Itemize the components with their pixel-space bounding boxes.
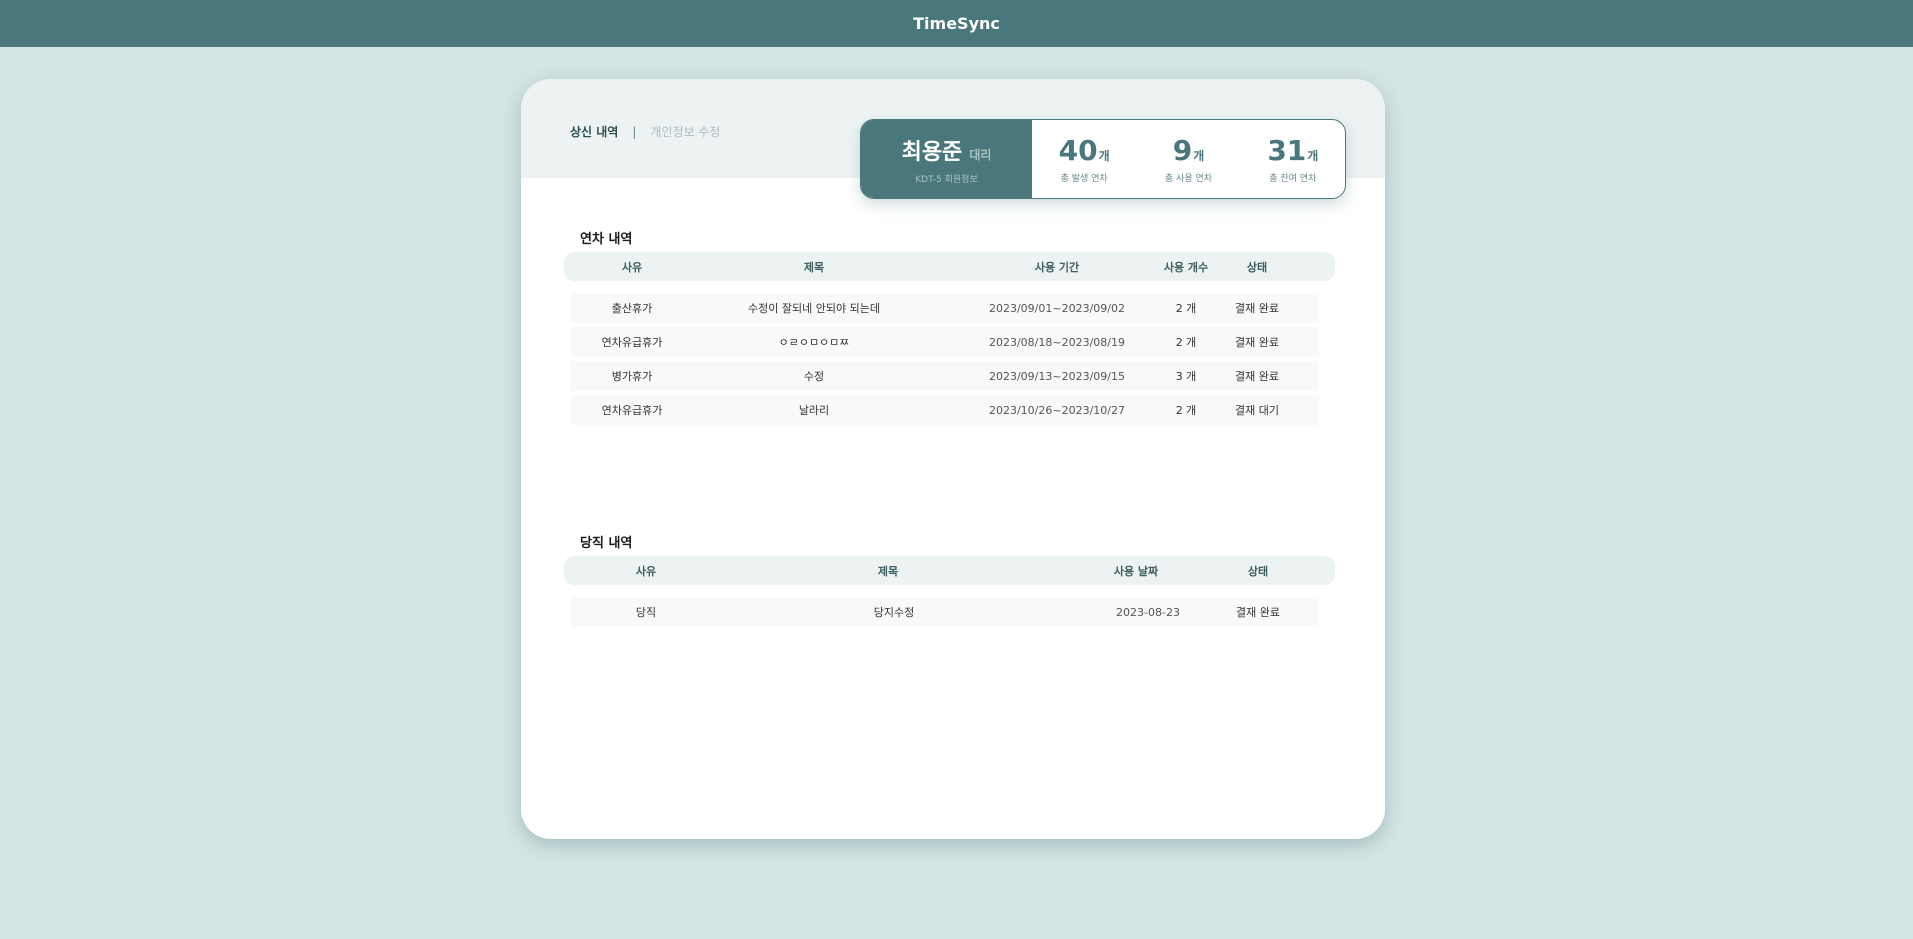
tab-submission-history[interactable]: 상신 내역: [570, 123, 618, 140]
cell-count: 2 개: [1175, 302, 1197, 315]
cell-period: 2023/08/18~2023/08/19: [988, 335, 1126, 349]
tab-nav: 상신 내역 | 개인정보 수정: [570, 123, 720, 140]
column-header-reason: 사유: [635, 564, 657, 578]
cell-count: 2 개: [1175, 336, 1197, 349]
cell-period: 2023/10/26~2023/10/27: [988, 403, 1126, 417]
cell-reason: 연차유급휴가: [601, 336, 663, 349]
cell-date: 2023-08-23: [1116, 605, 1180, 619]
table-row[interactable]: 연차유급휴가 날라리 2023/10/26~2023/10/27 2 개 결재 …: [571, 395, 1319, 425]
cell-reason: 연차유급휴가: [601, 404, 663, 417]
annual-leave-title: 연차 내역: [580, 232, 633, 247]
cell-status: 결재 완료: [1235, 336, 1279, 349]
annual-leave-table-header: 사유 제목 사용 기간 사용 개수 상태: [564, 252, 1335, 281]
column-header-title: 제목: [877, 564, 899, 578]
user-rank: 대리: [969, 147, 992, 162]
stat-value: 40: [1058, 134, 1098, 167]
column-header-reason: 사유: [621, 260, 643, 274]
cell-count: 3 개: [1175, 370, 1197, 383]
stat-remaining-leave: 31 개 총 잔여 연차: [1241, 120, 1345, 198]
column-header-date: 사용 날짜: [1113, 564, 1159, 578]
stat-label: 총 발생 연차: [1060, 174, 1108, 184]
table-row[interactable]: 당직 당지수정 2023-08-23 결재 완료: [571, 597, 1319, 627]
cell-reason: 당직: [635, 606, 657, 619]
duty-table-header: 사유 제목 사용 날짜 상태: [564, 556, 1335, 585]
user-name: 최용준: [901, 139, 963, 165]
stat-total-leave: 40 개 총 발생 연차: [1032, 120, 1136, 198]
cell-reason: 출산휴가: [611, 302, 653, 315]
top-bar: TimeSync: [0, 0, 1913, 47]
stat-value: 31: [1267, 134, 1307, 167]
column-header-count: 사용 개수: [1163, 260, 1209, 274]
profile-identity: 최용준 대리 KDT-5 회원정보: [861, 120, 1032, 198]
stat-unit: 개: [1098, 149, 1110, 163]
cell-status: 결재 완료: [1235, 302, 1279, 315]
stat-unit: 개: [1193, 149, 1205, 163]
column-header-status: 상태: [1247, 564, 1269, 578]
cell-title: ㅇㄹㅇㅁㅇㅁㅉ: [778, 336, 850, 349]
table-row[interactable]: 병가휴가 수정 2023/09/13~2023/09/15 3 개 결재 완료: [571, 361, 1319, 391]
main-card: 상신 내역 | 개인정보 수정 최용준 대리 KDT-5 회원정보 40 개 총…: [521, 79, 1385, 839]
cell-title: 날라리: [798, 404, 830, 417]
cell-status: 결재 완료: [1235, 370, 1279, 383]
stat-used-leave: 9 개 총 사용 연차: [1136, 120, 1240, 198]
user-department: KDT-5 회원정보: [915, 174, 978, 185]
stat-label: 총 사용 연차: [1164, 174, 1213, 184]
cell-title: 수정이 잘되네 안되야 되는데: [748, 302, 880, 315]
column-header-status: 상태: [1246, 260, 1268, 274]
duty-title: 당직 내역: [580, 536, 633, 551]
tab-edit-profile[interactable]: 개인정보 수정: [650, 123, 720, 140]
column-header-title: 제목: [803, 260, 825, 274]
tab-separator: |: [632, 124, 637, 139]
table-row[interactable]: 연차유급휴가 ㅇㄹㅇㅁㅇㅁㅉ 2023/08/18~2023/08/19 2 개…: [571, 327, 1319, 357]
cell-title: 수정: [803, 370, 825, 383]
cell-status: 결재 완료: [1236, 606, 1280, 619]
stat-value: 9: [1172, 134, 1193, 167]
cell-reason: 병가휴가: [611, 370, 653, 383]
stat-unit: 개: [1307, 149, 1319, 163]
app-title[interactable]: TimeSync: [913, 14, 1000, 33]
leave-stats: 40 개 총 발생 연차 9 개 총 사용 연차 31 개 총 잔여 연차: [1032, 120, 1345, 198]
cell-status: 결재 대기: [1235, 404, 1279, 417]
column-header-period: 사용 기간: [1034, 260, 1080, 274]
cell-count: 2 개: [1175, 404, 1197, 417]
cell-period: 2023/09/13~2023/09/15: [988, 369, 1126, 383]
table-row[interactable]: 출산휴가 수정이 잘되네 안되야 되는데 2023/09/01~2023/09/…: [571, 293, 1319, 323]
cell-period: 2023/09/01~2023/09/02: [988, 301, 1126, 315]
stat-label: 총 잔여 연차: [1269, 174, 1317, 184]
profile-summary-card: 최용준 대리 KDT-5 회원정보 40 개 총 발생 연차 9 개 총 사용 …: [860, 119, 1346, 199]
cell-title: 당지수정: [873, 606, 915, 619]
